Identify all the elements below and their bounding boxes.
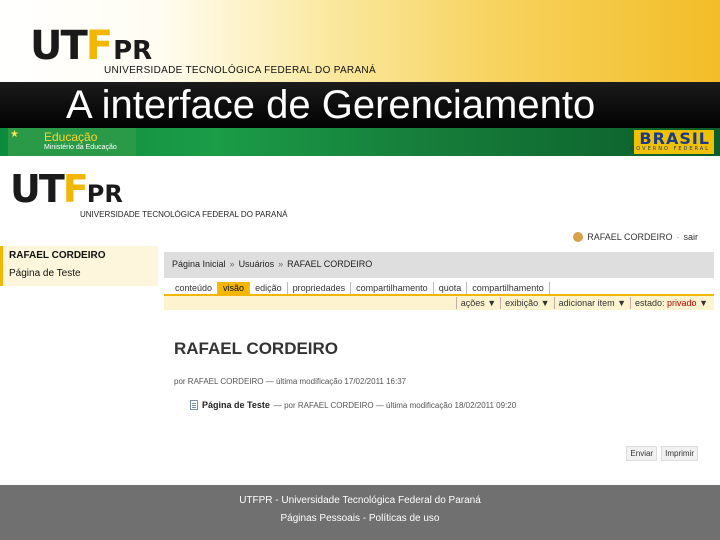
chevron-down-icon: ▼ [696, 298, 708, 308]
university-name: UNIVERSIDADE TECNOLÓGICA FEDERAL DO PARA… [104, 65, 376, 76]
footer: UTFPR - Universidade Tecnológica Federal… [0, 485, 720, 540]
list-item: Página de Teste — por RAFAEL CORDEIRO — … [190, 400, 516, 410]
footer-links[interactable]: Páginas Pessoais - Políticas de uso [0, 513, 720, 524]
logo-pr: PR [113, 36, 153, 66]
sidebar-item-user[interactable]: RAFAEL CORDEIRO [9, 250, 106, 261]
breadcrumb-separator: » [229, 259, 235, 269]
sidebar-item-test-page[interactable]: Página de Teste [9, 268, 81, 279]
site-logo[interactable]: UT F PR [10, 167, 123, 211]
separator: · [676, 232, 680, 242]
logo-f: F [85, 23, 113, 69]
site-header: UT F PR UNIVERSIDADE TECNOLÓGICA FEDERAL D… [0, 156, 720, 246]
tab-properties[interactable]: propriedades [288, 282, 352, 294]
breadcrumb-home[interactable]: Página Inicial [172, 259, 226, 269]
tab-view[interactable]: visão [218, 282, 251, 294]
tab-content[interactable]: conteúdo [170, 282, 219, 294]
list-item-link[interactable]: Página de Teste [202, 400, 270, 410]
content-tabs: conteúdo visão edição propriedades compa… [170, 282, 550, 294]
education-banner[interactable]: ★ Educação Ministério da Educação [8, 128, 136, 156]
logo-ut: UT [30, 23, 88, 69]
list-item-meta: — por RAFAEL CORDEIRO — última modificaç… [273, 400, 517, 410]
user-link[interactable]: RAFAEL CORDEIRO [587, 232, 672, 242]
site-logo-ut: UT [10, 167, 65, 211]
document-icon [190, 400, 198, 410]
breadcrumb-users[interactable]: Usuários [239, 259, 275, 269]
education-label: Educação [44, 130, 98, 144]
breadcrumb-separator: » [278, 259, 284, 269]
add-item-menu[interactable]: adicionar item ▼ [553, 297, 630, 309]
document-actions: Enviar Imprimir [626, 446, 698, 461]
state-label: estado: [635, 298, 668, 308]
display-menu[interactable]: exibição ▼ [500, 297, 553, 309]
slide-title-bar: A interface de Gerenciamento [0, 82, 720, 130]
tab-quota[interactable]: quota [434, 282, 468, 294]
tab-edit[interactable]: edição [250, 282, 288, 294]
print-button[interactable]: Imprimir [661, 446, 698, 461]
site-logo-f: F [62, 167, 89, 211]
ministry-label: Ministério da Educação [44, 144, 117, 151]
byline: por RAFAEL CORDEIRO — última modificação… [174, 377, 407, 386]
star-icon: ★ [10, 129, 19, 140]
action-bar: ações ▼ exibição ▼ adicionar item ▼ esta… [164, 296, 714, 310]
actions-menu[interactable]: ações ▼ [455, 297, 500, 309]
site-university-name: UNIVERSIDADE TECNOLÓGICA FEDERAL DO PARA… [80, 210, 288, 219]
state-value: privado [667, 298, 697, 308]
government-bar: ★ Educação Ministério da Educação BRASIL… [0, 128, 720, 156]
logout-link[interactable]: sair [683, 232, 698, 242]
state-menu[interactable]: estado: privado ▼ [630, 297, 712, 309]
user-icon [573, 232, 584, 242]
slide-title: A interface de Gerenciamento [66, 83, 596, 127]
site-logo-pr: PR [86, 180, 123, 208]
action-menus: ações ▼ exibição ▼ adicionar item ▼ esta… [455, 297, 712, 309]
slide-header: UT F PR UNIVERSIDADE TECNOLÓGICA FEDERAL D… [0, 0, 720, 82]
tab-sharing[interactable]: compartilhamento [351, 282, 434, 294]
breadcrumb-trail: Página Inicial» Usuários» RAFAEL CORDEIRO [172, 259, 372, 269]
breadcrumb-current[interactable]: RAFAEL CORDEIRO [287, 259, 372, 269]
sidebar: RAFAEL CORDEIRO Página de Teste [0, 246, 158, 286]
tab-sharing-2[interactable]: compartilhamento [467, 282, 550, 294]
breadcrumb: Página Inicial» Usuários» RAFAEL CORDEIRO [164, 252, 714, 278]
user-area: RAFAEL CORDEIRO · sair [573, 232, 698, 242]
utfpr-logo: UT F PR [30, 23, 153, 69]
page-title: RAFAEL CORDEIRO [174, 339, 339, 358]
send-button[interactable]: Enviar [626, 446, 658, 461]
brasil-sub-label: GOVERNO FEDERAL [630, 146, 710, 152]
footer-university: UTFPR - Universidade Tecnológica Federal… [239, 495, 481, 506]
